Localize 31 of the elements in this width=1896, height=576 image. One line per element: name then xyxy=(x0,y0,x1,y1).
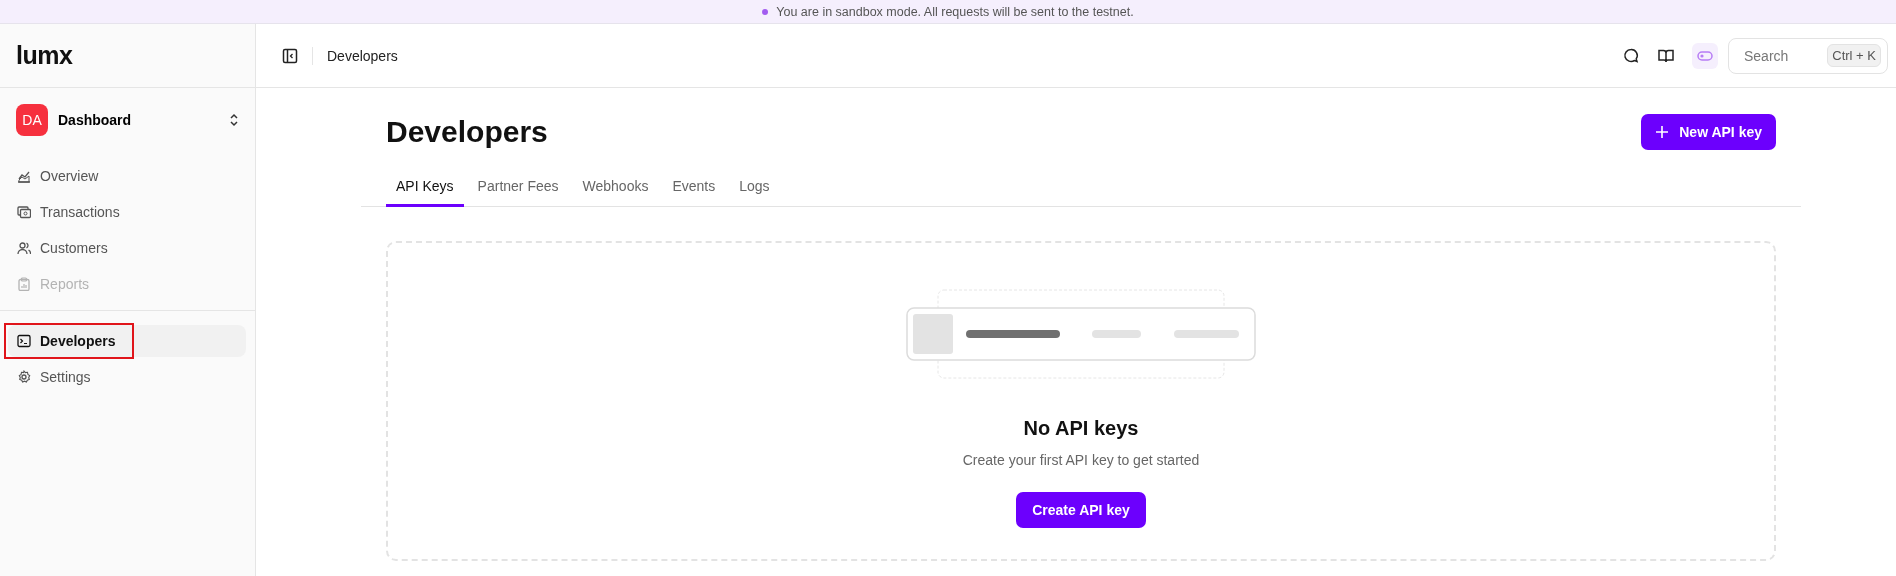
empty-state-title: No API keys xyxy=(1023,417,1139,440)
breadcrumb: Developers xyxy=(327,47,399,64)
terminal-icon xyxy=(17,334,31,348)
tab[interactable]: Events xyxy=(662,170,726,207)
clipboard-icon xyxy=(17,277,31,291)
tab[interactable]: Logs xyxy=(729,170,780,207)
sidebar-item[interactable]: Settings xyxy=(8,361,246,393)
new-api-key-button[interactable]: New API key xyxy=(1641,114,1776,150)
tab[interactable]: Partner Fees xyxy=(467,170,569,207)
sandbox-banner-text: You are in sandbox mode. All requests will be sent to the testnet. xyxy=(776,4,1134,19)
tab[interactable]: API Keys xyxy=(386,170,464,207)
empty-state-description: Create your first API key to get started xyxy=(962,452,1200,468)
sidebar-toggle-icon[interactable] xyxy=(282,47,298,64)
users-icon xyxy=(17,241,31,255)
search-field[interactable]: Search Ctrl + K xyxy=(1728,37,1888,74)
settings-icon xyxy=(17,370,31,384)
logo: lumx xyxy=(16,41,73,70)
tab[interactable]: Webhooks xyxy=(572,170,659,207)
sidebar-item[interactable]: Transactions xyxy=(8,196,246,228)
toggle-icon[interactable] xyxy=(1692,42,1718,69)
workspace-switcher[interactable]: DA Dashboard xyxy=(16,104,239,136)
chat-bubble-icon[interactable] xyxy=(1622,46,1640,65)
chart-icon xyxy=(17,169,31,183)
plus-icon xyxy=(1655,125,1670,139)
page-title: Developers xyxy=(386,115,548,149)
sidebar-item[interactable]: Customers xyxy=(8,232,246,264)
cards-icon xyxy=(17,205,31,219)
status-dot xyxy=(762,8,769,15)
create-api-key-button[interactable]: Create API key xyxy=(1016,492,1146,528)
sidebar-item[interactable]: Overview xyxy=(8,160,246,192)
chevron-up-down-icon xyxy=(229,113,239,127)
